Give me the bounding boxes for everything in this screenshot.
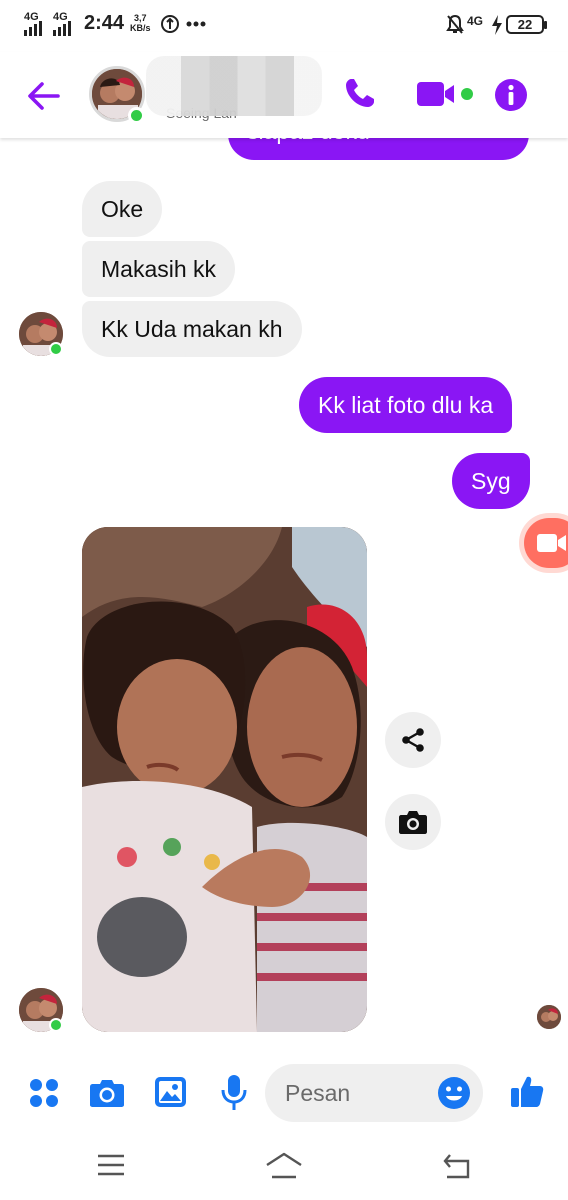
battery-icon: 22 xyxy=(506,15,547,34)
status-bar: 4G 4G 2:44 3,7 KB/s 4G 22 xyxy=(0,0,568,52)
phone-icon[interactable] xyxy=(343,76,377,110)
network-speed: 3,7 KB/s xyxy=(130,13,151,33)
online-indicator xyxy=(128,107,145,124)
gallery-icon[interactable] xyxy=(154,1076,187,1108)
online-indicator xyxy=(49,342,63,356)
back-icon[interactable] xyxy=(442,1152,472,1180)
message-input-container xyxy=(265,1064,483,1122)
clock: 2:44 xyxy=(84,12,125,34)
seen-receipt-avatar xyxy=(537,1005,561,1029)
save-photo-button[interactable] xyxy=(385,794,441,850)
message-input[interactable] xyxy=(285,1078,425,1108)
share-icon xyxy=(402,728,424,752)
system-nav-bar xyxy=(0,1136,568,1200)
message-composer xyxy=(0,1050,568,1136)
camera-icon xyxy=(399,811,427,834)
menu-dots-icon[interactable] xyxy=(28,1077,60,1109)
more-dots-icon xyxy=(186,21,206,27)
network-label: 4G xyxy=(467,14,484,28)
message-bubble-outgoing[interactable]: Syg xyxy=(452,453,530,509)
photo-image xyxy=(82,527,367,1032)
emoji-icon[interactable] xyxy=(437,1076,471,1110)
video-camera-icon xyxy=(537,534,566,552)
conversation-header: Seeing Lan xyxy=(0,52,568,138)
message-bubble-incoming[interactable]: Kk Uda makan kh xyxy=(82,301,302,357)
signal-icon: 4G xyxy=(53,11,77,36)
like-icon[interactable] xyxy=(510,1074,544,1108)
back-arrow-icon[interactable] xyxy=(24,76,64,116)
video-record-button[interactable] xyxy=(524,518,568,568)
menu-lines-icon[interactable] xyxy=(96,1153,126,1177)
microphone-icon[interactable] xyxy=(221,1074,247,1112)
mute-bell-icon xyxy=(446,14,464,34)
info-icon[interactable] xyxy=(494,78,528,112)
video-camera-icon[interactable] xyxy=(416,80,474,108)
message-bubble-incoming[interactable]: Oke xyxy=(82,181,163,237)
charging-bolt-icon xyxy=(492,15,502,35)
home-icon[interactable] xyxy=(264,1152,304,1180)
camera-icon[interactable] xyxy=(89,1078,125,1108)
online-indicator xyxy=(49,1018,63,1032)
contact-name-redacted xyxy=(146,56,322,116)
share-button[interactable] xyxy=(385,712,441,768)
message-bubble-incoming[interactable]: Makasih kk xyxy=(82,241,236,297)
message-bubble-outgoing[interactable]: Kk liat foto dlu ka xyxy=(299,377,513,433)
signal-icon: 4G xyxy=(24,11,48,36)
data-saver-icon xyxy=(161,15,179,33)
photo-message[interactable] xyxy=(82,527,367,1032)
